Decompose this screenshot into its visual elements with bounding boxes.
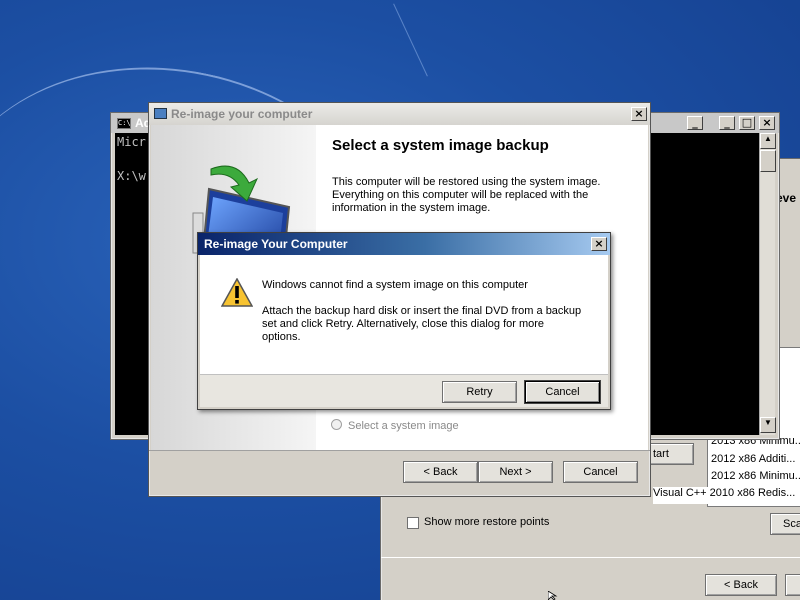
restore-next-button[interactable] (785, 574, 800, 596)
start-restore-button[interactable]: tart (646, 443, 694, 465)
wizard-app-icon (154, 108, 167, 119)
wizard-divider (149, 450, 650, 451)
mouse-cursor-icon (547, 590, 558, 600)
show-more-restore-points-checkbox[interactable] (407, 517, 419, 529)
warning-icon (220, 277, 254, 308)
select-system-image-label: Select a system image (348, 420, 459, 432)
divider (381, 557, 800, 558)
wizard-description: This computer will be restored using the… (332, 176, 601, 214)
restore-point-row[interactable]: 2012 x86 Minimu... (711, 470, 800, 487)
error-detail: Attach the backup hard disk or insert th… (262, 305, 582, 343)
restore-point-row[interactable]: 2012 x86 Additi... (711, 453, 800, 470)
show-more-restore-points-label: Show more restore points (424, 516, 550, 528)
scroll-thumb[interactable] (760, 150, 776, 172)
error-dialog-title: Re-image Your Computer (204, 237, 348, 251)
error-dialog-body: Windows cannot find a system image on th… (200, 255, 608, 375)
cmd-close-icon[interactable]: × (759, 116, 775, 130)
wizard-heading: Select a system image backup (332, 137, 549, 154)
wizard-title: Re-image your computer (171, 107, 313, 121)
wizard-close-icon[interactable]: × (631, 107, 647, 121)
cmd-icon: C:\ (117, 118, 131, 129)
error-dialog-footer: Retry Cancel (200, 375, 608, 407)
wizard-next-button[interactable]: Next > (478, 461, 553, 483)
minimize-icon[interactable]: _ (687, 116, 703, 130)
scroll-up-icon[interactable]: ▲ (760, 133, 776, 149)
wizard-titlebar[interactable]: Re-image your computer (149, 103, 650, 125)
wizard-cancel-button[interactable]: Cancel (563, 461, 638, 483)
scan-button[interactable]: Sca (770, 513, 800, 535)
error-message: Windows cannot find a system image on th… (262, 279, 528, 291)
cmd-scrollbar[interactable]: ▲ ▼ (759, 133, 776, 435)
wizard-back-button[interactable]: < Back (403, 461, 478, 483)
select-system-image-radio[interactable] (331, 419, 342, 430)
error-cancel-button[interactable]: Cancel (525, 381, 600, 403)
error-dialog-titlebar[interactable]: Re-image Your Computer (198, 233, 610, 255)
retry-button[interactable]: Retry (442, 381, 517, 403)
error-dialog: Re-image Your Computer × Windows cannot … (197, 232, 611, 410)
restore-point-row[interactable]: Visual C++ 2010 x86 Redis... (653, 487, 800, 504)
scroll-down-icon[interactable]: ▼ (760, 417, 776, 433)
cmd-line: Micr (117, 135, 146, 149)
error-close-icon[interactable]: × (591, 237, 607, 251)
cmd-minimize-button[interactable]: _ (719, 116, 735, 130)
restore-back-button[interactable]: < Back (705, 574, 777, 596)
desktop-wallpaper-ray (393, 3, 428, 77)
maximize-icon[interactable]: □ (739, 116, 755, 130)
cmd-line: X:\w (117, 169, 146, 183)
